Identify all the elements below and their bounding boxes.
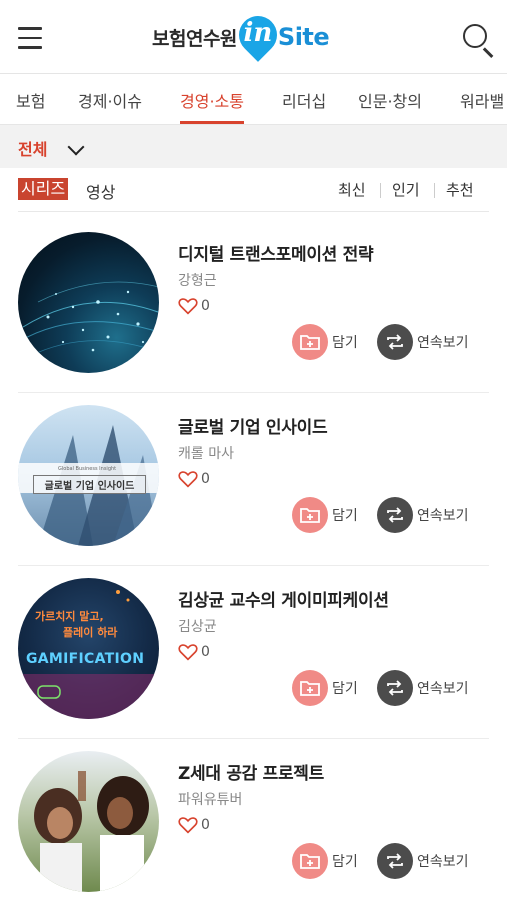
sub-tabs: 시리즈 영상 최신 인기 추천	[0, 168, 507, 212]
folder-add-icon	[292, 670, 328, 706]
category-nav: 보험 경제·이슈 경영·소통 리더십 인문·창의 워라밸	[0, 74, 507, 124]
folder-add-icon	[292, 843, 328, 879]
nav-tab-management[interactable]: 경영·소통	[180, 88, 244, 124]
save-label: 담기	[332, 681, 358, 697]
series-author: 강형근	[178, 273, 217, 289]
like-count: 0	[201, 817, 210, 833]
save-button[interactable]: 담기	[292, 324, 358, 360]
like-button[interactable]: 0	[178, 642, 210, 662]
logo-site-text: Site	[277, 23, 330, 51]
like-button[interactable]: 0	[178, 469, 210, 489]
like-count: 0	[201, 644, 210, 660]
thumbnail-caption: 글로벌 기업 인사이드	[33, 475, 146, 494]
continuous-play-label: 연속보기	[417, 681, 469, 697]
series-thumbnail-image[interactable]	[18, 232, 159, 373]
folder-add-icon	[292, 497, 328, 533]
save-button[interactable]: 담기	[292, 843, 358, 879]
filter-dropdown[interactable]: 전체	[18, 136, 47, 160]
like-count: 0	[201, 471, 210, 487]
continuous-play-button[interactable]: 연속보기	[377, 670, 469, 706]
nav-tab-insurance[interactable]: 보험	[16, 88, 45, 124]
continuous-play-button[interactable]: 연속보기	[377, 497, 469, 533]
save-label: 담기	[332, 508, 358, 524]
save-button[interactable]: 담기	[292, 670, 358, 706]
logo-pin-icon: in	[231, 8, 285, 62]
folder-add-icon	[292, 324, 328, 360]
thumbnail-line-2: 플레이 하라	[63, 626, 118, 639]
nav-tab-humanities[interactable]: 인문·창의	[358, 88, 422, 124]
series-card[interactable]: 디지털 트랜스포메이션 전략 강형근 0 담기 연속보기	[0, 212, 507, 385]
heart-icon	[178, 817, 198, 834]
series-author: 파워유튜버	[178, 792, 243, 808]
nav-tab-economy[interactable]: 경제·이슈	[78, 88, 142, 124]
series-thumbnail-image[interactable]: Global Business Insight 글로벌 기업 인사이드	[18, 405, 159, 546]
sort-latest[interactable]: 최신	[338, 179, 366, 200]
series-title[interactable]: 글로벌 기업 인사이드	[178, 413, 328, 438]
thumbnail-caption-small: Global Business Insight	[58, 466, 117, 472]
like-button[interactable]: 0	[178, 815, 210, 835]
series-author: 김상균	[178, 619, 217, 635]
nav-tab-leadership[interactable]: 리더십	[282, 88, 326, 124]
heart-icon	[178, 298, 198, 315]
nav-tab-worklife[interactable]: 워라밸	[460, 88, 504, 124]
filter-bar: 전체	[0, 124, 507, 168]
heart-icon	[178, 471, 198, 488]
repeat-icon	[377, 324, 413, 360]
logo-in-text: in	[243, 18, 273, 48]
heart-icon	[178, 644, 198, 661]
menu-icon[interactable]	[18, 27, 42, 49]
continuous-play-label: 연속보기	[417, 335, 469, 351]
series-title[interactable]: 김상균 교수의 게이미피케이션	[178, 586, 389, 611]
chevron-down-icon[interactable]	[67, 138, 85, 156]
continuous-play-label: 연속보기	[417, 854, 469, 870]
site-logo[interactable]: 보험연수원 in Site	[152, 8, 330, 63]
save-label: 담기	[332, 854, 358, 870]
sort-popular[interactable]: 인기	[392, 179, 420, 200]
continuous-play-button[interactable]: 연속보기	[377, 324, 469, 360]
app-header: 보험연수원 in Site	[0, 0, 507, 74]
tab-series[interactable]: 시리즈	[18, 178, 69, 200]
series-thumbnail-image[interactable]: 가르치지 말고, 플레이 하라 GAMIFICATION	[18, 578, 159, 719]
series-thumbnail-image[interactable]	[18, 751, 159, 892]
continuous-play-label: 연속보기	[417, 508, 469, 524]
series-card[interactable]: Global Business Insight 글로벌 기업 인사이드 글로벌 …	[0, 385, 507, 558]
thumbnail-line-1: 가르치지 말고,	[35, 610, 104, 623]
search-icon[interactable]	[461, 22, 497, 58]
logo-text: 보험연수원	[152, 27, 237, 50]
continuous-play-button[interactable]: 연속보기	[377, 843, 469, 879]
repeat-icon	[377, 843, 413, 879]
series-card[interactable]: Z세대 공감 프로젝트 파워유튜버 0 담기 연속보기	[0, 731, 507, 900]
series-author: 캐롤 마사	[178, 446, 234, 462]
repeat-icon	[377, 497, 413, 533]
like-count: 0	[201, 298, 210, 314]
series-title[interactable]: 디지털 트랜스포메이션 전략	[178, 240, 374, 265]
sort-divider	[380, 183, 381, 198]
thumbnail-word: GAMIFICATION	[26, 651, 145, 667]
series-title[interactable]: Z세대 공감 프로젝트	[178, 759, 324, 784]
series-card[interactable]: 가르치지 말고, 플레이 하라 GAMIFICATION 김상균 교수의 게이미…	[0, 558, 507, 731]
save-label: 담기	[332, 335, 358, 351]
tab-video[interactable]: 영상	[86, 179, 115, 203]
sort-recommended[interactable]: 추천	[446, 179, 474, 200]
save-button[interactable]: 담기	[292, 497, 358, 533]
sort-divider	[434, 183, 435, 198]
like-button[interactable]: 0	[178, 296, 210, 316]
repeat-icon	[377, 670, 413, 706]
